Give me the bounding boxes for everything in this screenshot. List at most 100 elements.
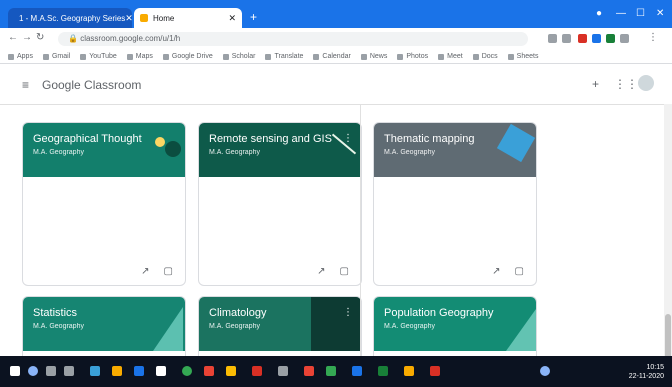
- folder-icon[interactable]: ▢: [164, 266, 173, 277]
- class-card[interactable]: Climatology M.A. Geography ⋮: [198, 296, 362, 357]
- search-icon[interactable]: [28, 366, 38, 376]
- profile-icon[interactable]: [620, 34, 629, 43]
- extension-icon[interactable]: [562, 34, 571, 43]
- extension-icon[interactable]: [578, 34, 587, 43]
- bookmark-favicon-icon: [222, 53, 229, 60]
- map-illustration-icon: [496, 123, 536, 163]
- browser-menu-icon[interactable]: ⋮: [648, 32, 658, 43]
- hamburger-menu-icon[interactable]: ≡: [22, 78, 29, 92]
- excel-icon[interactable]: [378, 366, 388, 376]
- class-card[interactable]: Population Geography M.A. Geography: [373, 296, 537, 357]
- extension-icon[interactable]: [606, 34, 615, 43]
- taskbar-app-icon[interactable]: [326, 366, 336, 376]
- bookmark-item[interactable]: Scholar: [222, 53, 255, 60]
- class-title[interactable]: Statistics: [33, 307, 77, 319]
- class-card[interactable]: Geographical Thought M.A. Geography ↗ ▢: [22, 122, 186, 286]
- card-banner[interactable]: Population Geography M.A. Geography: [374, 297, 536, 351]
- reload-icon[interactable]: ↻: [36, 32, 44, 43]
- class-card[interactable]: Thematic mapping M.A. Geography ↗ ▢: [373, 122, 537, 286]
- class-title[interactable]: Climatology: [209, 307, 266, 319]
- bookmark-item[interactable]: Sheets: [507, 53, 538, 60]
- chart-illustration-icon: [153, 307, 183, 351]
- bookmark-star-icon[interactable]: [548, 34, 557, 43]
- file-explorer-icon[interactable]: [112, 366, 122, 376]
- bookmark-item[interactable]: News: [360, 53, 387, 60]
- new-tab-icon[interactable]: +: [250, 10, 257, 24]
- bookmark-favicon-icon: [80, 53, 87, 60]
- card-banner[interactable]: Climatology M.A. Geography ⋮: [199, 297, 361, 351]
- bookmark-item[interactable]: Docs: [472, 53, 498, 60]
- taskbar-app-icon[interactable]: [204, 366, 214, 376]
- bookmark-item[interactable]: Photos: [397, 53, 428, 60]
- browser-tab[interactable]: 1 - M.A.Sc. Geography Series ✕: [8, 8, 132, 28]
- classroom-header: ≡ Google Classroom + ⋮⋮: [0, 64, 672, 105]
- bookmark-favicon-icon: [397, 53, 404, 60]
- add-class-icon[interactable]: +: [592, 77, 599, 91]
- class-card[interactable]: Remote sensing and GIS M.A. Geography ⋮ …: [198, 122, 362, 286]
- apps-icon: [8, 53, 14, 60]
- bookmark-item[interactable]: Apps: [8, 53, 33, 60]
- bookmark-item[interactable]: Gmail: [42, 53, 70, 60]
- tray-icon[interactable]: [540, 366, 550, 376]
- weather-illustration-icon: [311, 297, 361, 351]
- close-tab-icon[interactable]: ✕: [125, 13, 132, 24]
- trending-icon[interactable]: ↗: [317, 266, 325, 277]
- divider: [360, 104, 361, 356]
- trending-icon[interactable]: ↗: [141, 266, 149, 277]
- browser-tab-active[interactable]: Home ✕: [134, 8, 242, 28]
- taskbar-app-icon[interactable]: [64, 366, 74, 376]
- decoration-icon: [155, 137, 165, 147]
- account-icon[interactable]: ●: [596, 8, 602, 19]
- class-title[interactable]: Remote sensing and GIS: [209, 133, 332, 145]
- back-icon[interactable]: ←: [8, 32, 18, 43]
- taskbar-app-icon[interactable]: [278, 366, 288, 376]
- bookmark-item[interactable]: Google Drive: [162, 53, 213, 60]
- taskbar-app-icon[interactable]: [226, 366, 236, 376]
- forward-icon[interactable]: →: [22, 32, 32, 43]
- folder-icon[interactable]: ▢: [515, 266, 524, 277]
- bookmark-item[interactable]: Calendar: [313, 53, 351, 60]
- bookmark-item[interactable]: Meet: [438, 53, 463, 60]
- avatar[interactable]: [638, 75, 654, 91]
- card-banner[interactable]: Remote sensing and GIS M.A. Geography ⋮: [199, 123, 361, 177]
- bookmarks-bar: Apps Gmail YouTube Maps Google Drive Sch…: [0, 50, 672, 64]
- class-title[interactable]: Population Geography: [384, 307, 493, 319]
- card-banner[interactable]: Statistics M.A. Geography: [23, 297, 185, 351]
- app-title[interactable]: Google Classroom: [42, 78, 141, 92]
- trending-icon[interactable]: ↗: [492, 266, 500, 277]
- close-window-icon[interactable]: ✕: [656, 8, 664, 19]
- taskbar-app-icon[interactable]: [252, 366, 262, 376]
- word-icon[interactable]: [352, 366, 362, 376]
- class-title[interactable]: Thematic mapping: [384, 133, 475, 145]
- card-banner[interactable]: Geographical Thought M.A. Geography: [23, 123, 185, 177]
- more-options-icon[interactable]: ⋮: [343, 307, 353, 318]
- url-text: classroom.google.com/u/1/h: [80, 34, 181, 43]
- class-section: M.A. Geography: [33, 323, 84, 330]
- start-icon[interactable]: [10, 366, 20, 376]
- address-bar[interactable]: 🔒 classroom.google.com/u/1/h: [58, 32, 528, 46]
- edge-icon[interactable]: [90, 366, 100, 376]
- bookmark-item[interactable]: Translate: [265, 53, 303, 60]
- task-view-icon[interactable]: [46, 366, 56, 376]
- extension-icon[interactable]: [592, 34, 601, 43]
- bookmark-item[interactable]: YouTube: [80, 53, 117, 60]
- powerpoint-icon[interactable]: [430, 366, 440, 376]
- folder-icon[interactable]: ▢: [340, 266, 349, 277]
- close-tab-icon[interactable]: ✕: [228, 13, 236, 24]
- mail-icon[interactable]: [156, 366, 166, 376]
- card-banner[interactable]: Thematic mapping M.A. Geography: [374, 123, 536, 177]
- system-clock[interactable]: 10:15 22-11-2020: [629, 363, 664, 381]
- maximize-icon[interactable]: ☐: [636, 8, 645, 19]
- chrome-icon[interactable]: [182, 366, 192, 376]
- taskbar-app-icon[interactable]: [304, 366, 314, 376]
- minimize-icon[interactable]: —: [616, 8, 626, 19]
- bookmark-item[interactable]: Maps: [126, 53, 153, 60]
- class-card[interactable]: Statistics M.A. Geography: [22, 296, 186, 357]
- taskbar-app-icon[interactable]: [404, 366, 414, 376]
- apps-grid-icon[interactable]: ⋮⋮: [614, 77, 638, 91]
- page-scrollbar[interactable]: [664, 104, 672, 364]
- store-icon[interactable]: [134, 366, 144, 376]
- class-section: M.A. Geography: [209, 149, 260, 156]
- class-section: M.A. Geography: [33, 149, 84, 156]
- class-title[interactable]: Geographical Thought: [33, 133, 142, 145]
